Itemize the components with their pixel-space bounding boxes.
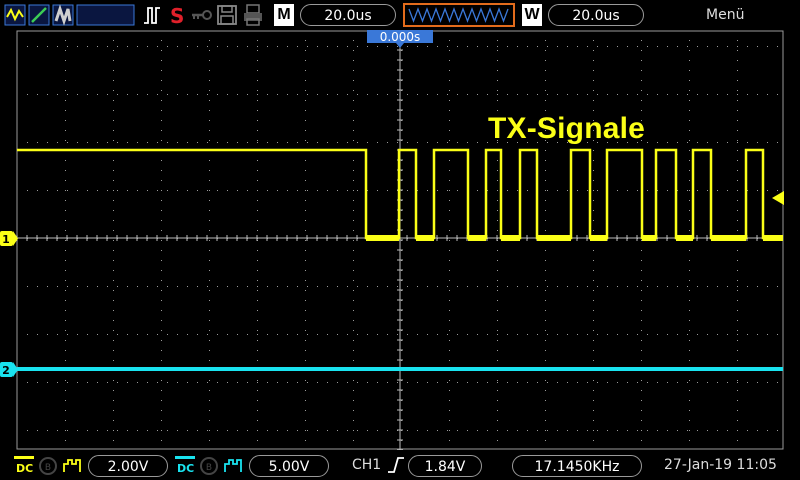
s-icon[interactable]: S (168, 3, 186, 28)
graticule: 0.000s 1 2 (0, 30, 784, 450)
ch1-probe-icon (62, 456, 84, 480)
svg-text:2: 2 (2, 364, 10, 377)
key-icon[interactable] (190, 3, 212, 27)
ch1-trace (17, 148, 783, 240)
annotation-text: TX-Signale (488, 112, 646, 145)
trigger-position-marker[interactable]: 0.000s (367, 30, 433, 48)
svg-text:S: S (170, 4, 184, 27)
date-time: 27-Jan-19 11:05 (664, 457, 777, 473)
save-icon[interactable] (216, 3, 238, 27)
slope-icon[interactable] (28, 3, 50, 27)
ch2-trace (17, 367, 783, 371)
svg-text:B: B (206, 463, 212, 473)
print-icon[interactable] (242, 3, 264, 27)
waveform-display: 0.000s 1 2 TX-Signale (0, 30, 800, 450)
wave-zigzag-icon[interactable] (4, 3, 26, 27)
main-timebase-value[interactable]: 20.0us (300, 4, 396, 26)
persistence-icon[interactable] (52, 3, 74, 27)
top-toolbar: S M 20.0us W 20.0us Menü (0, 0, 800, 30)
ch1-ground-marker[interactable]: 1 (0, 231, 18, 246)
window-timebase-value[interactable]: 20.0us (548, 4, 644, 26)
ch2-volts-per-div[interactable]: 5.00V (249, 455, 329, 477)
svg-text:1: 1 (2, 233, 10, 246)
bottom-status-bar: DC B 2.00V DC B 5.00V CH1 1.84V 17.1450K… (0, 450, 800, 480)
ch1-volts-per-div[interactable]: 2.00V (88, 455, 168, 477)
window-timebase-label: W (522, 4, 542, 26)
ch2-coupling-badge[interactable]: DC (175, 456, 195, 476)
trigger-source[interactable]: CH1 (352, 456, 381, 474)
ch2-bandwidth-icon: B (199, 456, 219, 480)
frequency-counter: 17.1450KHz (512, 455, 642, 477)
waveform-preview-icon[interactable] (403, 3, 515, 27)
main-timebase-label: M (274, 4, 294, 26)
pulse-icon[interactable] (142, 3, 162, 27)
blank-panel (76, 3, 136, 27)
rising-edge-icon (386, 455, 406, 479)
menu-button[interactable]: Menü (706, 4, 750, 26)
trigger-level-marker[interactable] (772, 191, 784, 205)
trigger-time-label: 0.000s (380, 30, 421, 44)
ch2-probe-icon (223, 456, 245, 480)
svg-text:B: B (45, 463, 51, 473)
trigger-level-value[interactable]: 1.84V (408, 455, 482, 477)
ch2-ground-marker[interactable]: 2 (0, 362, 18, 377)
ch1-coupling-badge[interactable]: DC (14, 456, 34, 476)
bandwidth-icon: B (38, 456, 58, 480)
